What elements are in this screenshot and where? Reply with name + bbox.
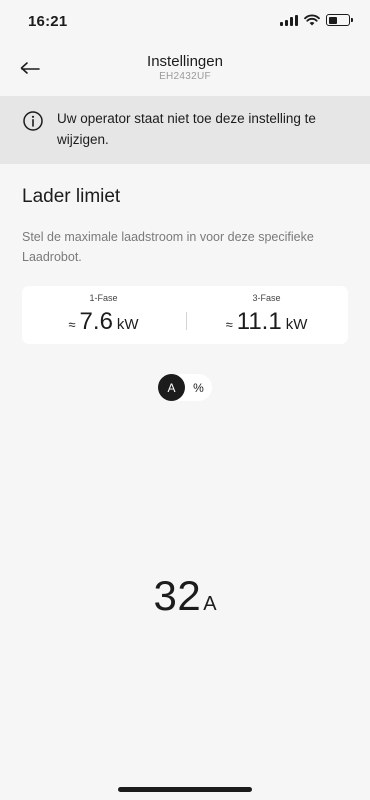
wifi-icon: [304, 14, 320, 26]
home-indicator[interactable]: [118, 787, 252, 792]
power-unit: kW: [116, 316, 139, 333]
power-value-row: ≈ 7.6 kW: [22, 308, 185, 336]
phase-label: 3-Fase: [252, 293, 281, 303]
permission-notice: Uw operator staat niet toe deze instelli…: [0, 96, 370, 164]
nav-header: Instellingen EH2432UF: [0, 44, 370, 92]
approx-symbol: ≈: [225, 317, 233, 332]
unit-toggle: A %: [158, 374, 212, 401]
battery-icon: [326, 14, 353, 26]
cellular-signal-icon: [280, 14, 298, 26]
power-estimate-1-phase: 1-Fase ≈ 7.6 kW: [22, 286, 185, 344]
current-limit-display: 32 A: [0, 572, 370, 620]
notice-text: Uw operator staat niet toe deze instelli…: [57, 111, 316, 147]
current-limit-value: 32: [153, 572, 202, 619]
page-title: Instellingen: [147, 53, 223, 70]
status-time: 16:21: [28, 13, 68, 30]
device-id: EH2432UF: [159, 71, 211, 82]
power-estimate-card: 1-Fase ≈ 7.6 kW 3-Fase ≈ 11.1 kW: [22, 286, 348, 344]
power-estimate-3-phase: 3-Fase ≈ 11.1 kW: [185, 286, 348, 344]
section-title: Lader limiet: [22, 186, 121, 207]
info-icon: [23, 111, 43, 131]
unit-option-percent[interactable]: %: [185, 374, 212, 401]
approx-symbol: ≈: [68, 317, 76, 332]
section-description: Stel de maximale laadstroom in voor deze…: [22, 230, 314, 264]
power-value-row: ≈ 11.1 kW: [185, 308, 348, 336]
power-unit: kW: [285, 316, 308, 333]
current-limit-unit: A: [203, 593, 217, 615]
status-icons: [280, 14, 353, 26]
power-number: 11.1: [236, 308, 282, 335]
unit-option-amps[interactable]: A: [158, 374, 185, 401]
power-number: 7.6: [79, 308, 113, 335]
phase-label: 1-Fase: [89, 293, 118, 303]
status-bar: 16:21: [0, 0, 370, 44]
